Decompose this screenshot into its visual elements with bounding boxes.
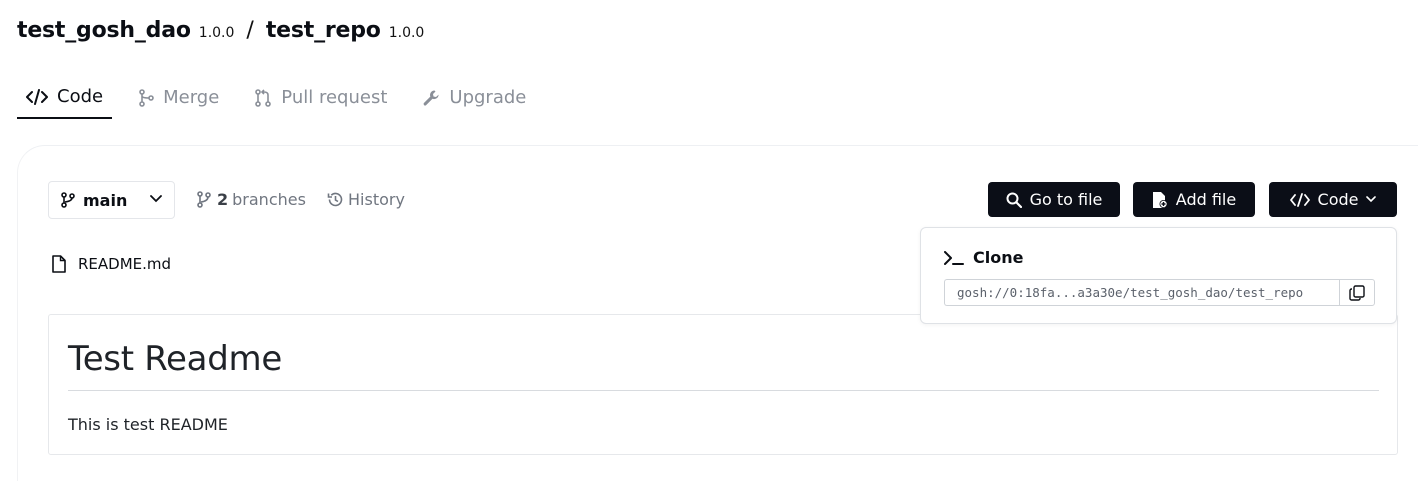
branch-select[interactable]: main	[48, 181, 175, 219]
clone-header: Clone	[944, 248, 1023, 267]
readme-divider	[68, 390, 1379, 391]
readme-body: This is test README	[68, 415, 228, 434]
add-file-icon	[1152, 191, 1168, 208]
history-link[interactable]: History	[327, 190, 405, 209]
tab-merge-label: Merge	[163, 87, 220, 108]
clone-url-input[interactable]	[944, 279, 1341, 306]
tab-upgrade[interactable]: Upgrade	[413, 78, 535, 117]
repo-version: 1.0.0	[388, 25, 425, 41]
wrench-icon	[423, 90, 439, 106]
tab-code[interactable]: Code	[17, 78, 113, 119]
add-file-button[interactable]: Add file	[1133, 182, 1255, 217]
repo-breadcrumb: test_gosh_dao 1.0.0 / test_repo 1.0.0	[17, 18, 424, 43]
search-icon	[1006, 192, 1022, 208]
terminal-icon	[944, 250, 964, 265]
code-button-label: Code	[1317, 190, 1359, 209]
file-icon	[52, 255, 66, 273]
add-file-label: Add file	[1175, 190, 1237, 209]
clone-popover: Clone	[920, 227, 1397, 324]
repo-name-link[interactable]: test_repo	[266, 18, 381, 43]
clone-title: Clone	[973, 248, 1024, 267]
go-to-file-label: Go to file	[1029, 190, 1103, 209]
pull-request-icon	[255, 88, 272, 107]
copy-icon	[1349, 284, 1365, 301]
copy-button[interactable]	[1339, 279, 1375, 306]
branches-count: 2	[217, 190, 229, 209]
branches-label: branches	[232, 190, 306, 209]
history-icon	[327, 192, 343, 207]
breadcrumb-separator: /	[246, 18, 254, 43]
branch-icon	[61, 192, 75, 208]
history-label: History	[348, 190, 405, 209]
code-icon	[26, 88, 48, 105]
chevron-down-icon	[1366, 196, 1377, 203]
dao-version: 1.0.0	[198, 25, 235, 41]
readme-preview: Test Readme This is test README	[48, 314, 1398, 455]
repo-tabs: Code Merge Pull request Upgrade	[17, 78, 552, 119]
branches-link[interactable]: 2 branches	[197, 190, 306, 209]
tab-upgrade-label: Upgrade	[449, 87, 527, 108]
merge-icon	[139, 88, 154, 107]
branch-icon	[197, 191, 211, 208]
tab-pull-request-label: Pull request	[281, 87, 388, 108]
tab-pull-request[interactable]: Pull request	[245, 78, 396, 117]
go-to-file-button[interactable]: Go to file	[988, 182, 1120, 217]
code-icon	[1289, 192, 1310, 207]
branch-select-value: main	[83, 190, 128, 210]
file-name: README.md	[78, 255, 172, 273]
file-list-item[interactable]: README.md	[52, 255, 171, 273]
code-dropdown-button[interactable]: Code	[1269, 182, 1397, 217]
readme-heading: Test Readme	[68, 339, 282, 379]
tab-merge[interactable]: Merge	[129, 78, 228, 117]
dao-name-link[interactable]: test_gosh_dao	[17, 18, 191, 43]
chevron-down-icon	[150, 195, 162, 203]
tab-code-label: Code	[57, 86, 104, 107]
